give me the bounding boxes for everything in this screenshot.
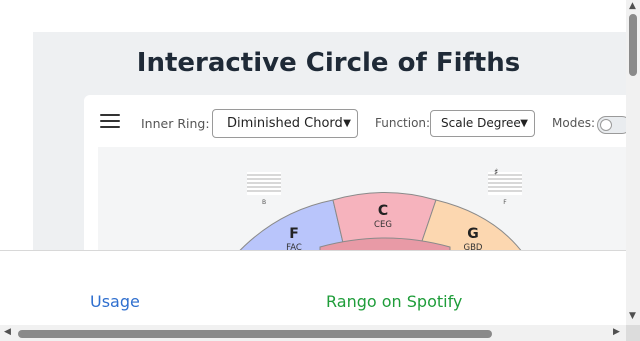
vertical-scroll-thumb[interactable] <box>629 14 637 76</box>
sharp-accidental: ♯ <box>494 168 498 178</box>
inner-ring-value: Diminished Chord <box>227 116 343 131</box>
staff-right-note: F <box>503 199 507 206</box>
spotify-link[interactable]: Rango on Spotify <box>326 292 462 311</box>
usage-link[interactable]: Usage <box>90 292 140 311</box>
modes-toggle[interactable] <box>597 116 626 134</box>
staff-right: ♯ F <box>488 168 522 206</box>
function-label: Function: <box>375 116 431 130</box>
arrow-down-icon[interactable]: ▼ <box>629 311 636 321</box>
segment-note-c: C <box>378 203 388 219</box>
arrow-right-icon[interactable]: ▶ <box>613 327 620 337</box>
segment-note-g: G <box>467 226 479 242</box>
horizontal-scroll-thumb[interactable] <box>18 330 492 338</box>
hamburger-icon[interactable] <box>100 113 120 129</box>
page-title: Interactive Circle of Fifths <box>136 48 521 78</box>
function-value: Scale Degree <box>441 116 521 130</box>
staff-left: B <box>247 172 281 206</box>
staff-left-note: B <box>262 199 266 206</box>
segment-note-f: F <box>289 226 299 242</box>
browser-viewport: Interactive Circle of Fifths Inner Ring:… <box>0 0 626 325</box>
horizontal-scrollbar[interactable]: ◀ ▶ <box>0 325 626 341</box>
segment-chord-c: CEG <box>374 220 392 230</box>
inner-ring-label: Inner Ring: <box>141 116 210 131</box>
chevron-down-icon: ▼ <box>520 118 528 129</box>
inner-ring-select[interactable]: Diminished Chord ▼ <box>212 109 358 138</box>
chevron-down-icon: ▼ <box>343 118 351 129</box>
function-select[interactable]: Scale Degree ▼ <box>430 110 535 137</box>
arrow-left-icon[interactable]: ◀ <box>4 327 11 337</box>
toggle-knob <box>600 119 612 131</box>
modes-label: Modes: <box>552 116 595 130</box>
arrow-up-icon[interactable]: ▲ <box>629 1 636 11</box>
vertical-scrollbar[interactable]: ▲ ▼ <box>626 0 640 325</box>
scrollbar-corner <box>626 325 640 341</box>
footer-bar: Usage Rango on Spotify <box>0 250 626 325</box>
